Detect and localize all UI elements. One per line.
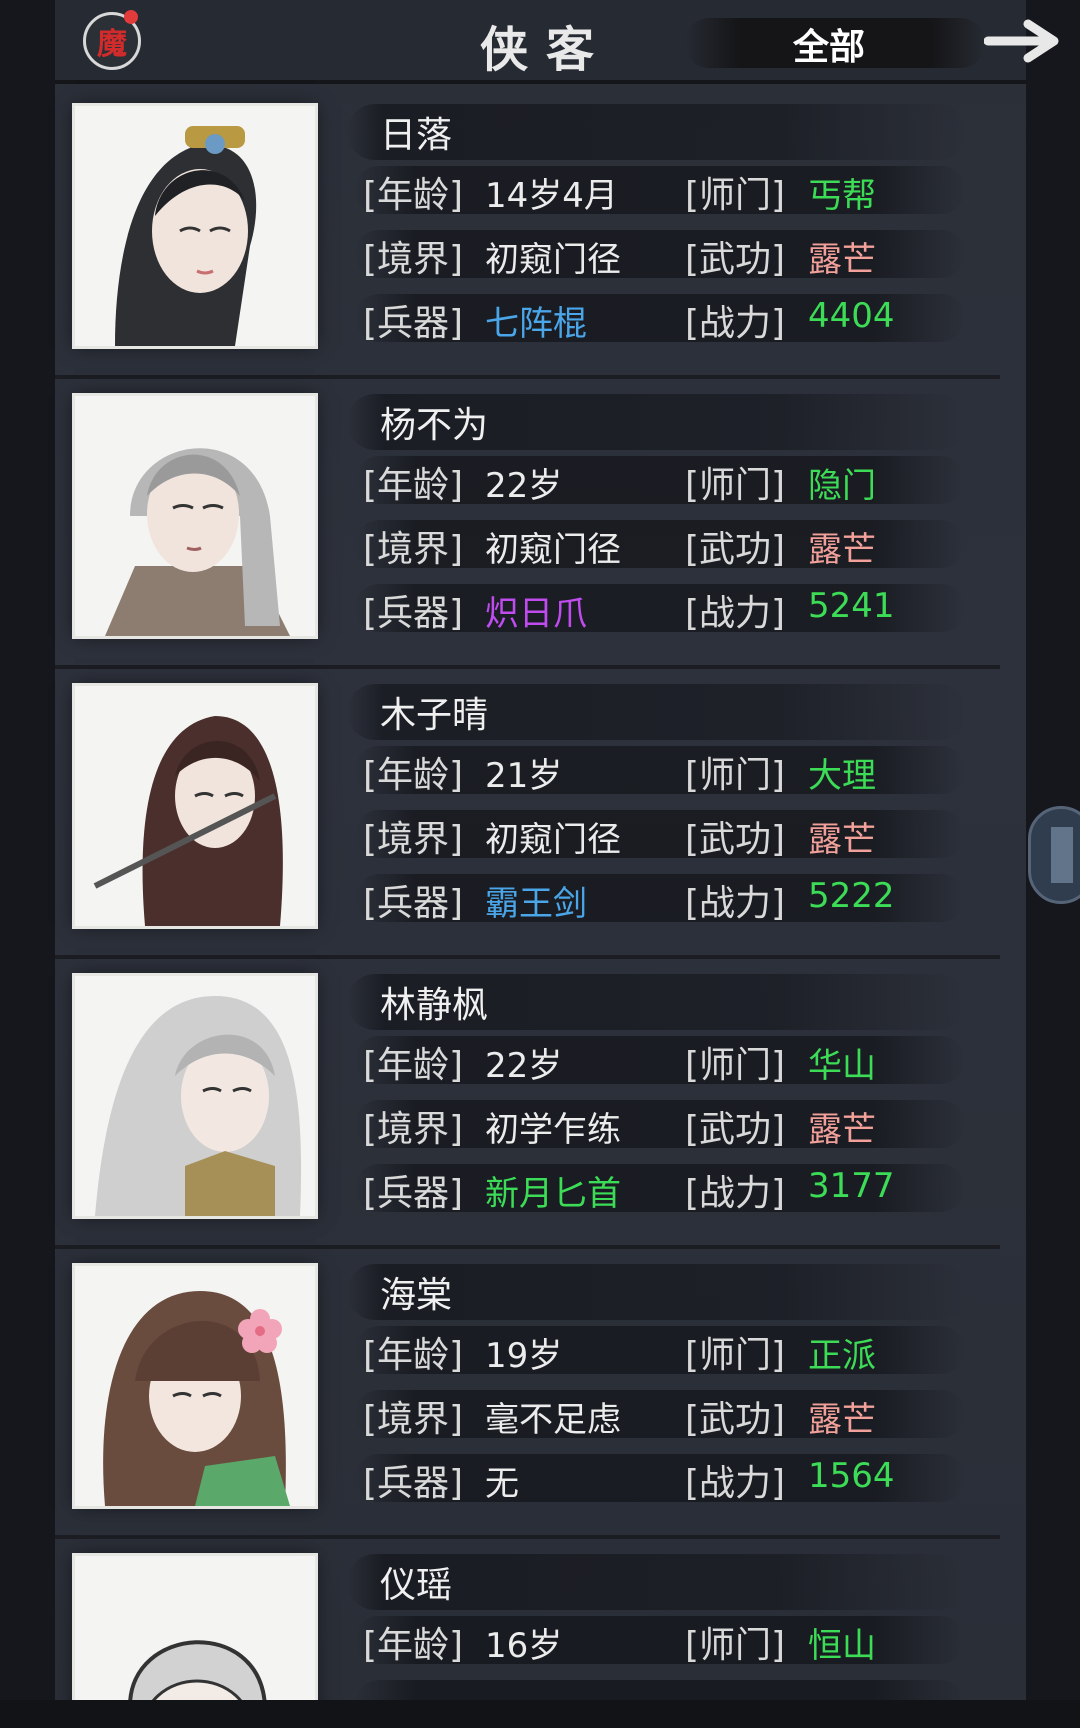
power-label: [战力] (685, 1173, 786, 1214)
weapon-label: [兵器] (363, 883, 464, 924)
weapon-value: 霸王剑 (485, 884, 587, 924)
sect-label: [师门] (685, 465, 786, 506)
hero-name: 仪瑶 (380, 1565, 453, 1606)
skill-label: [武功] (685, 819, 786, 860)
filter-all-button[interactable]: 全部 (793, 18, 865, 70)
realm-label: [境界] (363, 1109, 464, 1150)
hero-card[interactable]: 杨不为 [年龄] 22岁 [师门] 隐门 [境界] 初窥门径 [武功] 露芒 [… (55, 380, 1000, 669)
hero-card[interactable]: 日落 [年龄] 14岁4月 [师门] 丐帮 [境界] 初窥门径 [武功] 露芒 … (55, 90, 1000, 379)
age-value: 22岁 (485, 466, 563, 506)
power-value: 4404 (808, 296, 895, 336)
age-label: [年龄] (363, 1045, 464, 1086)
realm-value: 初学乍练 (485, 1110, 621, 1150)
age-value: 21岁 (485, 756, 563, 796)
hero-card[interactable]: 木子晴 [年龄] 21岁 [师门] 大理 [境界] 初窥门径 [武功] 露芒 [… (55, 670, 1000, 959)
age-value: 22岁 (485, 1046, 563, 1086)
skill-value: 露芒 (808, 1110, 876, 1150)
top-bar: 魔 侠客 全部 (55, 0, 1059, 84)
power-value: 1564 (808, 1456, 895, 1496)
hero-card[interactable]: 林静枫 [年龄] 22岁 [师门] 华山 [境界] 初学乍练 [武功] 露芒 [… (55, 960, 1000, 1249)
age-label: [年龄] (363, 175, 464, 216)
realm-label: [境界] (363, 1399, 464, 1440)
sect-value: 丐帮 (808, 176, 876, 216)
skill-label: [武功] (685, 1109, 786, 1150)
weapon-value: 新月匕首 (485, 1174, 621, 1214)
portrait-icon (75, 976, 315, 1216)
sect-value: 大理 (808, 756, 876, 796)
weapon-value: 无 (485, 1464, 519, 1504)
portrait-icon (75, 686, 315, 926)
weapon-label: [兵器] (363, 593, 464, 634)
weapon-label: [兵器] (363, 1463, 464, 1504)
realm-value: 初窥门径 (485, 820, 621, 860)
skill-value: 露芒 (808, 820, 876, 860)
sect-label: [师门] (685, 1625, 786, 1666)
realm-value: 初窥门径 (485, 530, 621, 570)
skill-value: 露芒 (808, 530, 876, 570)
weapon-label: [兵器] (363, 303, 464, 344)
sect-value: 恒山 (808, 1626, 876, 1666)
left-margin (0, 0, 55, 1728)
hero-name: 日落 (380, 115, 453, 156)
power-value: 3177 (808, 1166, 895, 1206)
age-value: 16岁 (485, 1626, 563, 1666)
sect-label: [师门] (685, 1335, 786, 1376)
hero-card[interactable]: 仪瑶 [年龄] 16岁 [师门] 恒山 (55, 1540, 1000, 1700)
sect-label: [师门] (685, 175, 786, 216)
row-band (355, 1680, 965, 1700)
skill-label: [武功] (685, 529, 786, 570)
power-label: [战力] (685, 303, 786, 344)
age-label: [年龄] (363, 465, 464, 506)
realm-label: [境界] (363, 239, 464, 280)
sect-value: 正派 (808, 1336, 876, 1376)
realm-value: 初窥门径 (485, 240, 621, 280)
power-value: 5222 (808, 876, 895, 916)
hero-name: 杨不为 (380, 405, 489, 446)
realm-value: 毫不足虑 (485, 1400, 621, 1440)
portrait-icon (75, 106, 315, 346)
hero-name: 林静枫 (380, 985, 489, 1026)
realm-label: [境界] (363, 819, 464, 860)
seal-char: 魔 (97, 27, 127, 62)
notification-dot (124, 10, 138, 24)
bottom-strip (0, 1700, 1080, 1728)
weapon-label: [兵器] (363, 1173, 464, 1214)
skill-value: 露芒 (808, 240, 876, 280)
age-label: [年龄] (363, 1335, 464, 1376)
portrait-icon (75, 1266, 315, 1506)
power-value: 5241 (808, 586, 895, 626)
age-label: [年龄] (363, 755, 464, 796)
power-label: [战力] (685, 883, 786, 924)
sect-label: [师门] (685, 1045, 786, 1086)
hero-name: 海棠 (380, 1275, 453, 1316)
weapon-value: 七阵棍 (485, 304, 587, 344)
sect-value: 隐门 (808, 466, 876, 506)
page-title: 侠客 (480, 22, 613, 78)
age-value: 19岁 (485, 1336, 563, 1376)
sect-label: [师门] (685, 755, 786, 796)
skill-label: [武功] (685, 239, 786, 280)
sect-value: 华山 (808, 1046, 876, 1086)
skill-value: 露芒 (808, 1400, 876, 1440)
weapon-value: 炽日爪 (485, 594, 587, 634)
power-label: [战力] (685, 1463, 786, 1504)
side-scroll-handle[interactable] (1028, 806, 1080, 904)
portrait-icon (75, 396, 315, 636)
realm-label: [境界] (363, 529, 464, 570)
skill-label: [武功] (685, 1399, 786, 1440)
hero-card[interactable]: 海棠 [年龄] 19岁 [师门] 正派 [境界] 毫不足虑 [武功] 露芒 [兵… (55, 1250, 1000, 1539)
arrow-right-icon[interactable] (983, 16, 1063, 66)
age-value: 14岁4月 (485, 176, 618, 216)
age-label: [年龄] (363, 1625, 464, 1666)
hero-name: 木子晴 (380, 695, 489, 736)
power-label: [战力] (685, 593, 786, 634)
portrait-icon (75, 1556, 315, 1700)
